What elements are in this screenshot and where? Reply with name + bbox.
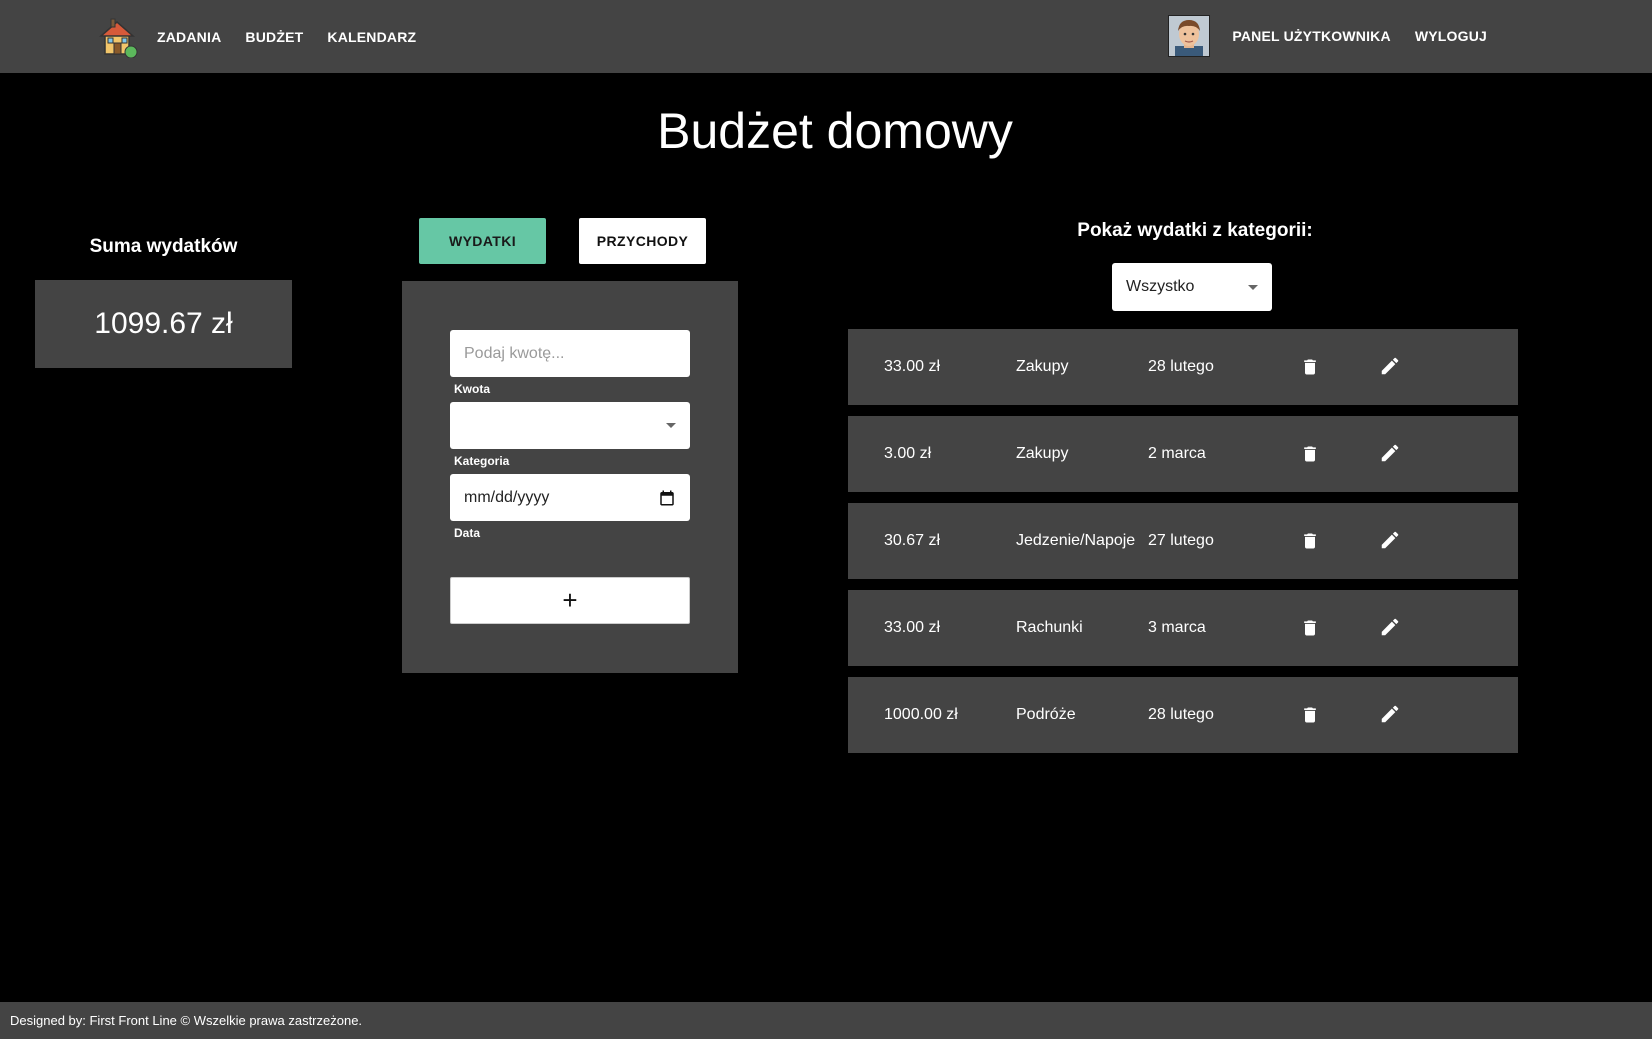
nav-link-budzet[interactable]: BUDŻET [245,18,303,56]
expense-date: 27 lutego [1148,532,1214,549]
pencil-icon[interactable] [1379,703,1401,725]
pencil-icon[interactable] [1379,442,1401,464]
category-filter-value: Wszystko [1126,278,1195,295]
expense-category: Zakupy [1016,358,1069,375]
nav-right-group: PANEL UŻYTKOWNIKA WYLOGUJ [1168,15,1487,57]
date-input[interactable]: mm/dd/yyyy [450,474,690,521]
trash-icon[interactable] [1300,443,1320,465]
footer: Designed by: First Front Line © Wszelkie… [0,1002,1652,1039]
house-icon[interactable] [97,16,139,58]
plus-icon: + [562,585,578,615]
category-select[interactable] [450,402,690,449]
expense-amount: 1000.00 zł [884,706,958,723]
expense-date: 3 marca [1148,619,1206,636]
expense-amount: 3.00 zł [884,445,932,462]
trash-icon[interactable] [1300,617,1320,639]
expense-category: Rachunki [1016,619,1083,636]
expense-category: Jedzenie/Napoje [1016,532,1136,549]
category-filter-select[interactable]: Wszystko [1112,263,1272,311]
caret-down-icon [1248,284,1258,290]
expense-row: 3.00 zł Zakupy 2 marca [848,416,1518,492]
footer-copyright: Designed by: First Front Line © Wszelkie… [10,1013,363,1028]
nav-link-kalendarz[interactable]: KALENDARZ [327,18,416,56]
amount-label: Kwota [454,382,490,396]
user-avatar[interactable] [1168,15,1211,57]
expenses-sum-box: 1099.67 zł [35,280,292,368]
expense-row: 1000.00 zł Podróże 28 lutego [848,677,1518,753]
date-input-placeholder: mm/dd/yyyy [464,488,550,506]
pencil-icon[interactable] [1379,616,1401,638]
add-expense-button[interactable]: + [450,577,690,624]
expense-date: 28 lutego [1148,706,1214,723]
add-expense-form: Podaj kwotę... Kwota Kategoria mm/dd/yyy… [402,281,738,673]
nav-link-user-panel[interactable]: PANEL UŻYTKOWNIKA [1232,17,1390,55]
pencil-icon[interactable] [1379,355,1401,377]
nav-left-group: ZADANIA BUDŻET KALENDARZ [97,16,440,58]
expense-date: 28 lutego [1148,358,1214,375]
pencil-icon[interactable] [1379,529,1401,551]
expense-row: 33.00 zł Zakupy 28 lutego [848,329,1518,405]
expense-amount: 30.67 zł [884,532,941,549]
nav-link-logout[interactable]: WYLOGUJ [1415,17,1487,55]
expense-list: 33.00 zł Zakupy 28 lutego 3.00 zł Zakupy… [848,329,1518,764]
calendar-icon[interactable] [658,489,676,507]
trash-icon[interactable] [1300,356,1320,378]
expense-date: 2 marca [1148,445,1206,462]
page-title: Budżet domowy [657,103,1013,159]
category-filter-label: Pokaż wydatki z kategorii: [1077,220,1313,241]
expense-amount: 33.00 zł [884,358,941,375]
expense-category: Podróże [1016,706,1076,723]
amount-input[interactable]: Podaj kwotę... [450,330,690,377]
top-navbar: ZADANIA BUDŻET KALENDARZ PANEL UŻYTKOWNI… [0,0,1652,73]
caret-down-icon [666,423,676,428]
date-label: Data [454,526,481,540]
trash-icon[interactable] [1300,704,1320,726]
expenses-sum-label: Suma wydatków [89,236,238,257]
category-label: Kategoria [454,454,510,468]
expenses-sum-value: 1099.67 zł [94,307,233,340]
expense-category: Zakupy [1016,445,1069,462]
expense-row: 33.00 zł Rachunki 3 marca [848,590,1518,666]
expense-row: 30.67 zł Jedzenie/Napoje 27 lutego [848,503,1518,579]
expense-amount: 33.00 zł [884,619,941,636]
nav-link-zadania[interactable]: ZADANIA [157,18,221,56]
expenses-tab-button[interactable]: WYDATKI [419,218,546,264]
trash-icon[interactable] [1300,530,1320,552]
incomes-tab-button[interactable]: PRZYCHODY [579,218,706,264]
